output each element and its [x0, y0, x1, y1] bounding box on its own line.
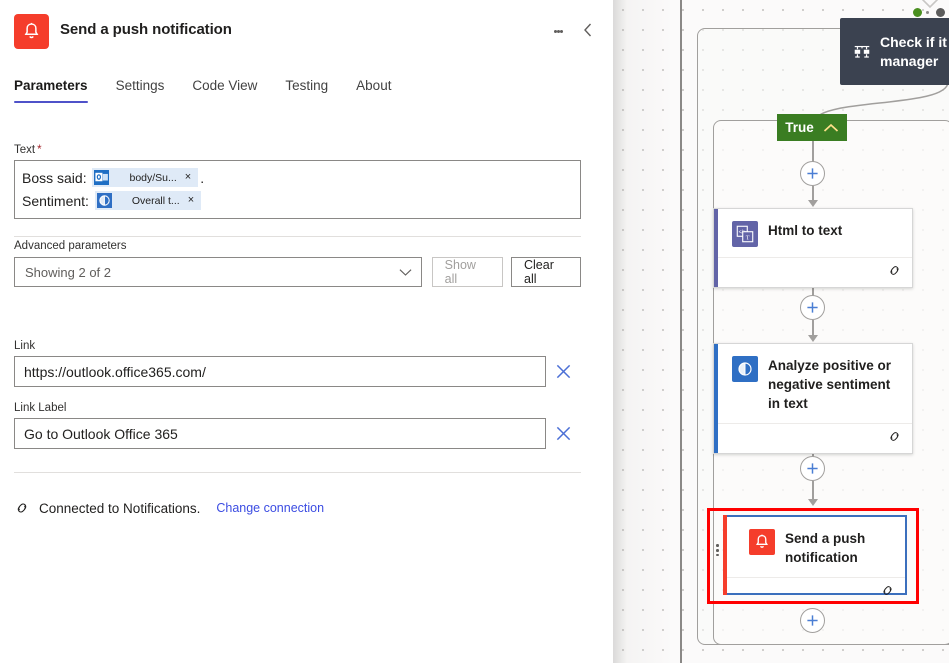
chevron-down-icon	[399, 265, 412, 280]
connector-arrow	[808, 200, 818, 207]
status-dot-separator	[926, 11, 929, 14]
panel-tabs: Parameters Settings Code View Testing Ab…	[0, 78, 613, 118]
status-dot-inactive	[936, 8, 945, 17]
clear-link-icon[interactable]	[546, 356, 580, 387]
connector-arrow	[808, 499, 818, 506]
advanced-parameters-label: Advanced parameters	[14, 240, 127, 252]
tab-testing[interactable]: Testing	[285, 78, 328, 103]
flow-card-send-push-notification-wrapper: Send a push notification	[707, 508, 919, 604]
text-prefix-sentiment: Sentiment:	[22, 192, 93, 209]
html-to-text-icon: </> T	[732, 221, 758, 247]
link-field-label: Link	[14, 340, 36, 352]
tab-settings[interactable]: Settings	[116, 78, 165, 103]
token-remove-icon[interactable]: ×	[183, 172, 198, 183]
text-line-1: Boss said: body/Su... × .	[22, 166, 573, 189]
card-footer	[727, 577, 905, 607]
link-label-parameter-group: Link Label	[14, 402, 581, 449]
flow-card-html-to-text[interactable]: </> T Html to text	[713, 208, 913, 288]
add-action-button-1[interactable]	[800, 161, 825, 186]
condition-icon	[848, 42, 876, 62]
flow-card-send-push-notification[interactable]: Send a push notification	[723, 515, 907, 595]
show-all-button[interactable]: Show all	[431, 257, 503, 287]
connector-segment	[812, 141, 814, 163]
connection-status-text: Connected to Notifications.	[39, 500, 201, 516]
connection-icon[interactable]	[887, 263, 902, 283]
svg-text:T: T	[746, 234, 750, 241]
add-action-button-2[interactable]	[800, 295, 825, 320]
text-line-2: Sentiment: Overall t... ×	[22, 189, 573, 212]
section-divider-bottom	[14, 472, 581, 473]
branch-label-true[interactable]: True	[777, 114, 847, 141]
outlook-icon	[92, 168, 111, 187]
card-more-options-icon[interactable]	[716, 543, 719, 558]
token-remove-icon[interactable]: ×	[186, 195, 201, 206]
advanced-parameters-selected-value: Showing 2 of 2	[25, 264, 112, 280]
text-analytics-icon	[732, 356, 758, 382]
flow-canvas[interactable]: Check if it manager True T Html to text …	[613, 0, 949, 663]
link-input[interactable]	[14, 356, 546, 387]
collapse-panel-icon[interactable]	[577, 19, 599, 41]
tab-code-view[interactable]: Code View	[192, 78, 257, 103]
more-options-icon[interactable]	[548, 21, 568, 41]
bell-icon	[749, 529, 775, 555]
token-label: Overall t...	[131, 194, 180, 207]
change-connection-link[interactable]: Change connection	[216, 501, 324, 515]
card-footer	[714, 257, 912, 287]
bell-icon	[14, 14, 49, 49]
scope-guide-line	[680, 0, 682, 663]
flow-designer-screen: Send a push notification Parameters Sett…	[0, 0, 949, 663]
chevron-up-icon	[823, 123, 839, 133]
dynamic-token-body-subject[interactable]: body/Su... ×	[92, 168, 199, 187]
link-label-input[interactable]	[14, 418, 546, 449]
advanced-parameters-group: Advanced parameters Showing 2 of 2 Show …	[14, 240, 581, 287]
connector-segment	[812, 481, 814, 501]
panel-header: Send a push notification	[0, 0, 613, 62]
link-parameter-group: Link	[14, 340, 581, 387]
clear-link-label-icon[interactable]	[546, 418, 580, 449]
flow-card-title: Send a push notification	[785, 531, 866, 565]
page-title: Send a push notification	[60, 21, 232, 38]
condition-node-title: Check if it manager	[880, 33, 947, 69]
connection-icon[interactable]	[887, 429, 902, 449]
flow-card-title: Analyze positive or negative sentiment i…	[768, 358, 892, 411]
add-action-button-3[interactable]	[800, 456, 825, 481]
connection-status-row: Connected to Notifications. Change conne…	[14, 500, 324, 516]
connection-icon[interactable]	[880, 583, 895, 603]
flow-card-title: Html to text	[768, 223, 843, 238]
branch-label-text: True	[785, 120, 814, 135]
run-status-dots	[913, 8, 945, 17]
advanced-parameters-select[interactable]: Showing 2 of 2	[14, 257, 422, 287]
card-accent-bar	[714, 209, 718, 287]
required-marker: *	[37, 144, 42, 156]
add-action-button-4[interactable]	[800, 608, 825, 633]
text-prefix-boss-said: Boss said:	[22, 169, 91, 186]
clear-all-button[interactable]: Clear all	[511, 257, 581, 287]
card-footer	[714, 423, 912, 453]
text-input[interactable]: Boss said: body/Su... × . Sentiment: Ove…	[14, 160, 581, 219]
text-suffix-period: .	[200, 169, 205, 186]
section-divider	[14, 236, 581, 237]
text-analytics-icon	[95, 191, 114, 210]
text-field-label: Text *	[14, 144, 42, 156]
link-label-field-label: Link Label	[14, 402, 67, 414]
operation-details-panel: Send a push notification Parameters Sett…	[0, 0, 613, 663]
tab-about[interactable]: About	[356, 78, 391, 103]
token-label: body/Su...	[129, 171, 177, 184]
card-accent-bar	[714, 344, 718, 453]
status-dot-success	[913, 8, 922, 17]
tab-parameters[interactable]: Parameters	[14, 78, 88, 103]
connection-icon	[14, 500, 30, 516]
text-parameter-group: Text * Boss said: body/Su... × . Sentime…	[14, 144, 581, 219]
condition-node-tooltip[interactable]: Check if it manager	[840, 18, 949, 85]
connector-arrow	[808, 335, 818, 342]
dynamic-token-overall-text-sentiment[interactable]: Overall t... ×	[94, 191, 202, 210]
card-accent-bar	[723, 515, 727, 595]
flow-card-analyze-sentiment[interactable]: Analyze positive or negative sentiment i…	[713, 343, 913, 454]
